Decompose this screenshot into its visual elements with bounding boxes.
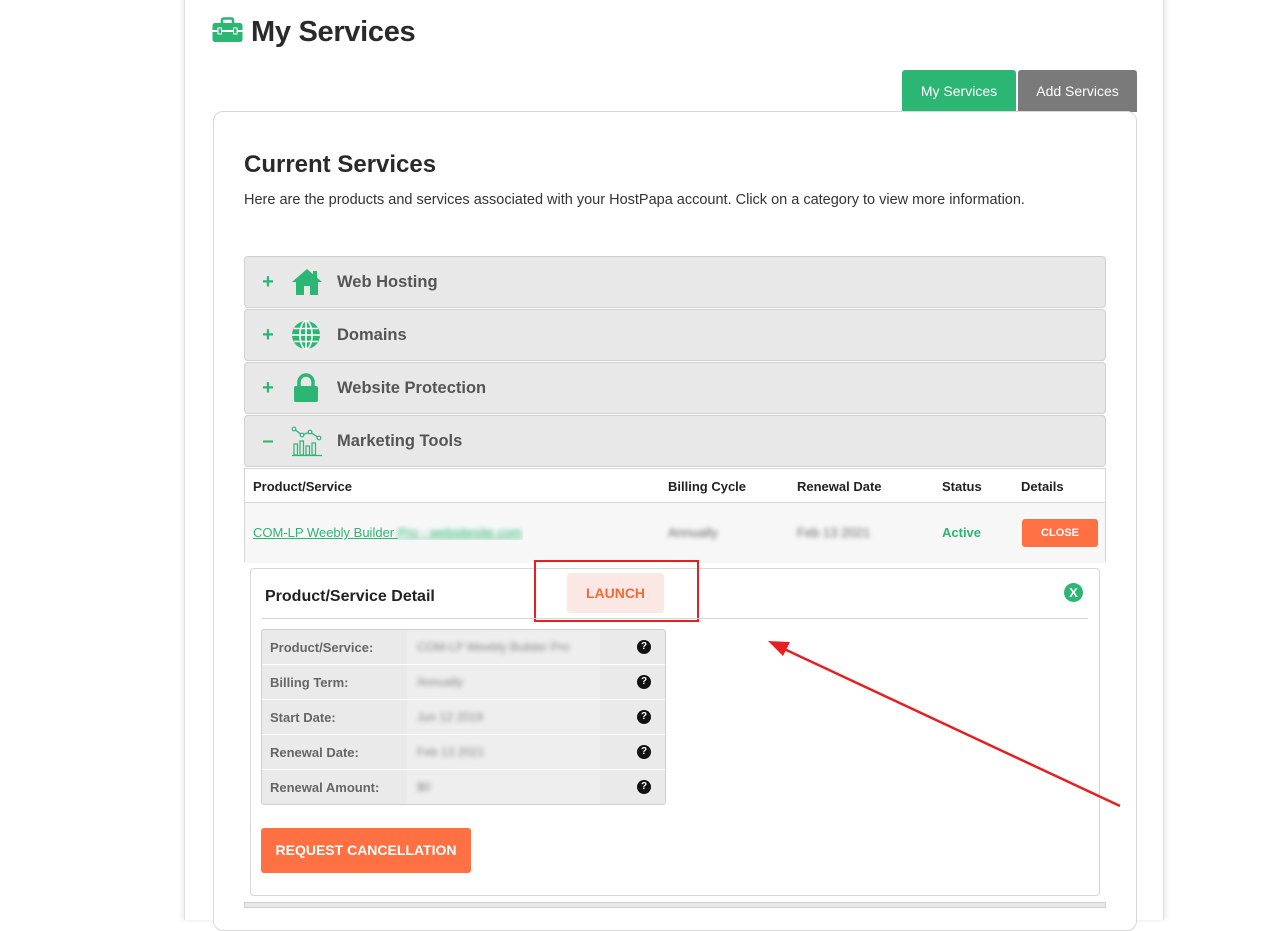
expand-icon: +	[262, 376, 274, 399]
lock-icon	[291, 373, 337, 403]
column-header-renewal: Renewal Date	[797, 479, 882, 494]
category-domains[interactable]: + Domains	[244, 309, 1106, 361]
expand-icon: +	[262, 270, 274, 293]
page-header: My Services	[212, 16, 416, 49]
tab-add-services[interactable]: Add Services	[1018, 70, 1137, 112]
expand-icon: +	[262, 323, 274, 346]
detail-value: COM-LP Weebly Builder Pro	[417, 640, 570, 654]
detail-label: Start Date:	[270, 710, 336, 725]
category-label: Website Protection	[337, 378, 487, 397]
briefcase-icon	[212, 17, 243, 48]
table-row: COM-LP Weebly Builder Pro - websitesite.…	[245, 503, 1105, 563]
category-web-hosting[interactable]: + Web Hosting	[244, 256, 1106, 308]
chart-icon	[291, 425, 337, 457]
column-header-details: Details	[1021, 479, 1064, 494]
column-header-billing: Billing Cycle	[668, 479, 747, 494]
section-title: Current Services	[244, 151, 437, 178]
billing-cycle-value: Annually	[668, 525, 718, 540]
detail-row-start-date: Start Date: Jun 12 2019 ?	[262, 700, 665, 735]
close-icon[interactable]: X	[1064, 583, 1083, 602]
house-icon	[291, 268, 337, 296]
column-header-status: Status	[942, 479, 982, 494]
collapse-icon: –	[262, 429, 274, 452]
help-icon[interactable]: ?	[637, 640, 651, 654]
page-title: My Services	[251, 16, 416, 48]
detail-row-billing-term: Billing Term: Annually ?	[262, 665, 665, 700]
detail-row-renewal-amount: Renewal Amount: $0 ?	[262, 770, 665, 804]
detail-value: Jun 12 2019	[417, 710, 484, 724]
product-name[interactable]: COM-LP Weebly Builder	[253, 525, 398, 540]
category-label: Web Hosting	[337, 272, 438, 291]
status-badge: Active	[942, 525, 982, 540]
help-icon[interactable]: ?	[637, 745, 651, 759]
next-section-edge	[244, 902, 1106, 908]
category-label: Domains	[337, 325, 407, 344]
category-label: Marketing Tools	[337, 431, 463, 450]
help-icon[interactable]: ?	[637, 710, 651, 724]
category-website-protection[interactable]: + Website Protection	[244, 362, 1106, 414]
detail-value: Annually	[417, 675, 464, 689]
detail-label: Renewal Date:	[270, 745, 359, 760]
table-header: Product/Service Billing Cycle Renewal Da…	[245, 469, 1105, 503]
detail-info-table: Product/Service: COM-LP Weebly Builder P…	[261, 629, 666, 805]
column-header-product: Product/Service	[253, 479, 352, 494]
services-table: Product/Service Billing Cycle Renewal Da…	[244, 468, 1106, 563]
detail-row-product: Product/Service: COM-LP Weebly Builder P…	[262, 630, 665, 665]
detail-label: Renewal Amount:	[270, 780, 380, 795]
product-link[interactable]: COM-LP Weebly Builder Pro - websitesite.…	[253, 525, 523, 540]
product-name-redacted[interactable]: Pro - websitesite.com	[398, 525, 522, 540]
detail-value: Feb 13 2021	[417, 745, 485, 759]
help-icon[interactable]: ?	[637, 780, 651, 794]
detail-row-renewal-date: Renewal Date: Feb 13 2021 ?	[262, 735, 665, 770]
request-cancellation-button[interactable]: REQUEST CANCELLATION	[261, 828, 471, 873]
annotation-highlight-box	[534, 560, 699, 622]
detail-label: Billing Term:	[270, 675, 349, 690]
close-details-button[interactable]: CLOSE	[1022, 519, 1098, 547]
category-marketing-tools[interactable]: – Marketing Tools	[244, 415, 1106, 467]
renewal-date-value: Feb 13 2021	[797, 525, 871, 540]
tab-my-services[interactable]: My Services	[902, 70, 1016, 112]
divider	[262, 618, 1088, 619]
detail-value: $0	[417, 780, 431, 794]
detail-label: Product/Service:	[270, 640, 374, 655]
section-intro: Here are the products and services assoc…	[244, 192, 1025, 208]
detail-value-cell	[407, 770, 600, 804]
detail-title: Product/Service Detail	[265, 588, 435, 605]
help-icon[interactable]: ?	[637, 675, 651, 689]
globe-icon	[291, 320, 337, 350]
